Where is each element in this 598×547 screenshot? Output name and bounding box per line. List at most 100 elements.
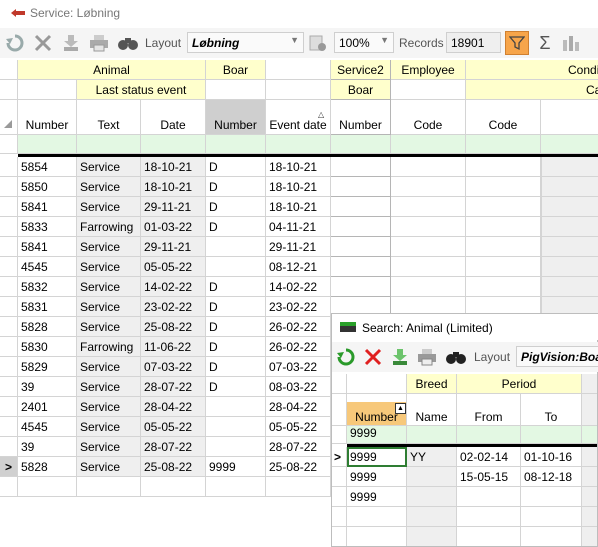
layout-settings-icon[interactable] (306, 31, 330, 55)
column-header-text[interactable]: Text (77, 100, 141, 135)
table-cell[interactable]: 28-04-22 (141, 397, 206, 417)
table-cell[interactable]: 28-07-22 (266, 437, 331, 457)
filter-cell[interactable] (141, 135, 206, 154)
table-cell[interactable]: 14-02-22 (266, 277, 331, 297)
filter-cell[interactable] (18, 135, 77, 154)
table-cell[interactable]: 01-03-22 (141, 217, 206, 237)
column-header-code[interactable]: Code (391, 100, 466, 135)
table-cell[interactable]: 39 (18, 377, 77, 397)
column-header-date[interactable]: Date (141, 100, 206, 135)
table-cell[interactable]: 11-06-22 (141, 337, 206, 357)
save-icon[interactable] (389, 345, 411, 369)
table-cell[interactable]: 02-02-14 (457, 447, 521, 467)
table-cell[interactable] (206, 257, 266, 277)
table-cell[interactable]: 29-11-21 (266, 237, 331, 257)
table-cell[interactable] (331, 197, 391, 217)
table-cell[interactable]: 39 (18, 437, 77, 457)
filter-cell[interactable] (407, 426, 457, 444)
table-cell[interactable] (331, 257, 391, 277)
binoculars-icon[interactable] (444, 345, 468, 369)
table-cell[interactable]: 26-02-22 (266, 337, 331, 357)
table-cell[interactable] (541, 217, 598, 237)
layout-select[interactable]: Løbning ▼ (187, 32, 304, 53)
column-header-to[interactable]: To (521, 394, 582, 426)
table-cell[interactable]: 5841 (18, 237, 77, 257)
table-cell[interactable]: Service (77, 157, 141, 177)
table-cell[interactable]: 4545 (18, 417, 77, 437)
table-cell[interactable]: 15-05-15 (457, 467, 521, 487)
filter-cell[interactable] (582, 426, 597, 444)
table-cell[interactable]: 5854 (18, 157, 77, 177)
table-cell[interactable] (466, 277, 541, 297)
row-header[interactable] (332, 487, 347, 507)
table-cell[interactable]: 5841 (18, 197, 77, 217)
table-cell[interactable]: 01-10-16 (521, 447, 582, 467)
table-cell[interactable]: Service (77, 197, 141, 217)
table-cell[interactable]: Service (77, 437, 141, 457)
table-cell[interactable]: 23-02-22 (141, 297, 206, 317)
table-cell[interactable] (541, 277, 598, 297)
row-header[interactable] (0, 477, 18, 497)
column-header-from[interactable]: From (457, 394, 521, 426)
delete-icon[interactable] (362, 345, 384, 369)
table-cell[interactable]: 5833 (18, 217, 77, 237)
column-header-s2-number[interactable]: Number (331, 100, 391, 135)
table-cell[interactable]: Farrowing (77, 217, 141, 237)
table-cell[interactable]: 28-07-22 (141, 377, 206, 397)
table-cell[interactable]: Service (77, 457, 141, 477)
refresh-icon[interactable] (4, 31, 26, 55)
table-cell[interactable]: 5828 (18, 317, 77, 337)
table-cell[interactable]: Service (77, 277, 141, 297)
chart-icon[interactable] (560, 31, 584, 55)
table-cell[interactable]: 9999 (347, 467, 407, 487)
table-cell[interactable] (541, 237, 598, 257)
row-header[interactable] (0, 237, 18, 257)
row-header[interactable] (332, 527, 347, 546)
row-header[interactable] (332, 467, 347, 487)
table-cell[interactable]: 29-11-21 (141, 237, 206, 257)
selected-cell[interactable]: 9999 (347, 447, 407, 467)
table-cell[interactable] (521, 487, 582, 507)
row-header[interactable] (0, 437, 18, 457)
column-header-code2[interactable]: Code (466, 100, 541, 135)
table-cell[interactable] (541, 257, 598, 277)
table-cell[interactable] (466, 177, 541, 197)
row-header[interactable] (0, 197, 18, 217)
table-cell[interactable] (582, 467, 597, 487)
refresh-icon[interactable] (335, 345, 357, 369)
row-header[interactable] (0, 297, 18, 317)
table-cell[interactable] (541, 197, 598, 217)
table-cell[interactable]: D (206, 217, 266, 237)
table-cell[interactable] (391, 177, 466, 197)
table-cell[interactable]: 26-02-22 (266, 317, 331, 337)
table-cell[interactable]: Service (77, 397, 141, 417)
table-cell[interactable] (347, 507, 407, 527)
filter-cell[interactable] (206, 135, 266, 154)
table-cell[interactable]: Service (77, 317, 141, 337)
table-cell[interactable] (141, 477, 206, 497)
table-cell[interactable]: Service (77, 357, 141, 377)
filter-cell[interactable] (466, 135, 541, 154)
table-cell[interactable] (407, 467, 457, 487)
table-cell[interactable]: 07-03-22 (266, 357, 331, 377)
table-cell[interactable] (582, 527, 597, 546)
table-cell[interactable]: 5832 (18, 277, 77, 297)
table-cell[interactable]: 07-03-22 (141, 357, 206, 377)
table-cell[interactable] (331, 277, 391, 297)
table-cell[interactable] (457, 487, 521, 507)
table-cell[interactable]: 08-12-18 (521, 467, 582, 487)
table-cell[interactable] (521, 527, 582, 546)
table-cell[interactable]: D (206, 157, 266, 177)
table-cell[interactable]: D (206, 357, 266, 377)
table-cell[interactable] (391, 237, 466, 257)
table-cell[interactable] (391, 257, 466, 277)
table-cell[interactable]: 08-12-21 (266, 257, 331, 277)
column-header-name[interactable]: Name (407, 394, 457, 426)
table-cell[interactable]: 9999 (206, 457, 266, 477)
column-header-boar-number[interactable]: Number (206, 100, 266, 135)
table-cell[interactable] (457, 507, 521, 527)
table-cell[interactable] (466, 157, 541, 177)
table-cell[interactable]: D (206, 177, 266, 197)
table-cell[interactable]: 28-04-22 (266, 397, 331, 417)
table-cell[interactable]: D (206, 277, 266, 297)
